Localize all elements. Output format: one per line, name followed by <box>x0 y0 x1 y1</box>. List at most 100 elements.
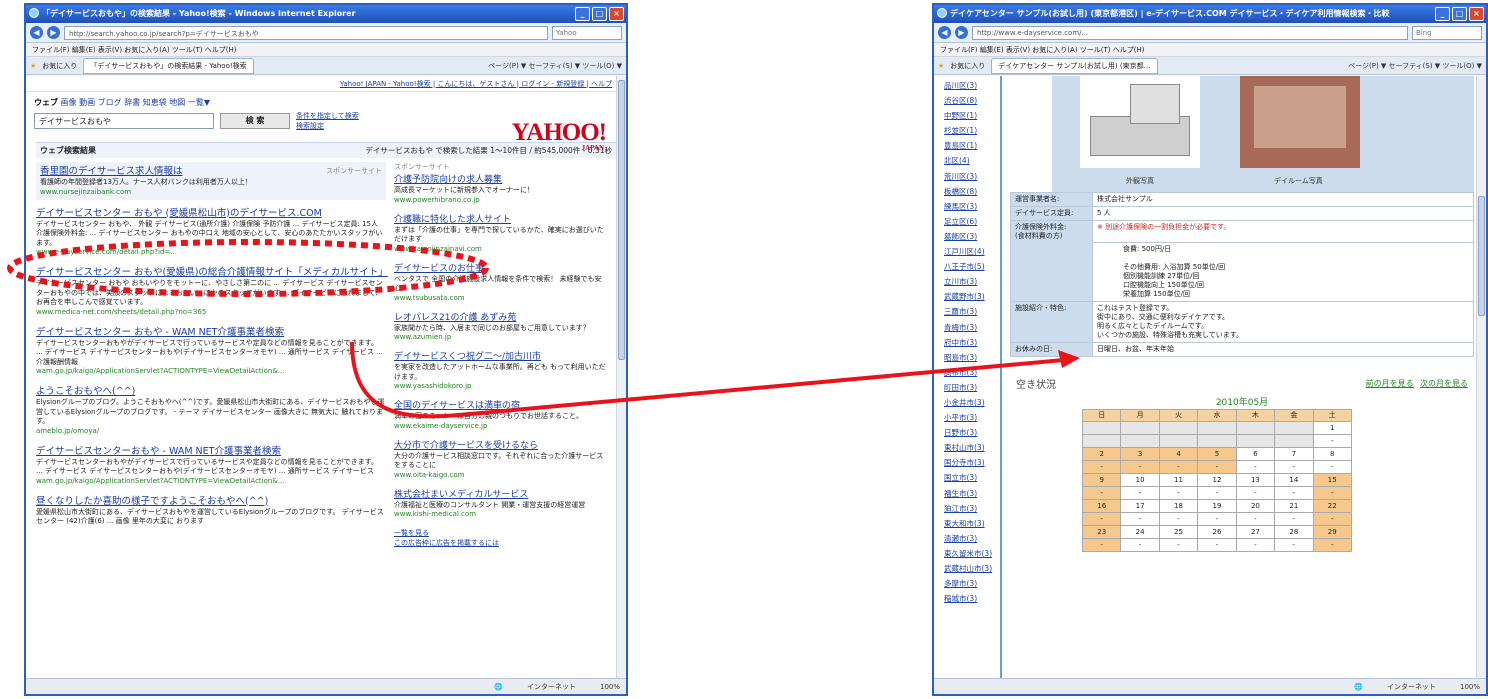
search-button[interactable]: 検 索 <box>220 113 290 129</box>
result-title[interactable]: デイサービスセンターおもや - WAM NET介護事業者検索 <box>36 446 386 458</box>
tab-video[interactable]: 動画 <box>79 98 95 107</box>
area-nav-item[interactable]: 練馬区(3) <box>944 199 1000 214</box>
area-nav-item[interactable]: 清瀬市(3) <box>944 531 1000 546</box>
tab-web[interactable]: ウェブ <box>34 98 58 107</box>
area-nav-item[interactable]: 八王子市(5) <box>944 259 1000 274</box>
result-title[interactable]: デイサービスセンター おもや - WAM NET介護事業者検索 <box>36 327 386 339</box>
ad-title[interactable]: デイサービスくつ祝グ二〜/加古川市 <box>394 351 606 363</box>
area-nav-item[interactable]: 北区(4) <box>944 153 1000 168</box>
ad-url[interactable]: www.azumien.jp <box>394 333 606 342</box>
yahoo-top-links[interactable]: Yahoo! JAPAN - Yahoo!検索 | こんにちは、ゲストさん | … <box>26 76 626 92</box>
area-nav-item[interactable]: 武蔵野市(3) <box>944 289 1000 304</box>
browser-tab[interactable]: デイケアセンター サンプル(お試し用) (東京都… <box>991 57 1158 74</box>
area-nav-item[interactable]: 東村山市(3) <box>944 440 1000 455</box>
area-nav-item[interactable]: 江戸川区(4) <box>944 244 1000 259</box>
area-nav-item[interactable]: 品川区(3) <box>944 78 1000 93</box>
area-nav-item[interactable]: 小金井市(3) <box>944 395 1000 410</box>
area-nav-item[interactable]: 葛飾区(3) <box>944 229 1000 244</box>
area-nav-item[interactable]: 渋谷区(8) <box>944 93 1000 108</box>
tab-blog[interactable]: ブログ <box>98 98 122 107</box>
result-url[interactable]: www.nursejinzaibank.com <box>40 188 382 197</box>
zoom-level[interactable]: 100% <box>1460 683 1480 691</box>
next-month-link[interactable]: 次の月を見る <box>1420 379 1468 388</box>
result-url[interactable]: ameblo.jp/omoya/ <box>36 427 386 436</box>
area-nav-item[interactable]: 足立区(6) <box>944 214 1000 229</box>
area-nav-item[interactable]: 杉並区(1) <box>944 123 1000 138</box>
scroll-thumb[interactable] <box>618 80 625 360</box>
prev-month-link[interactable]: 前の月を見る <box>1366 379 1414 388</box>
search-settings-link[interactable]: 検索設定 <box>296 121 359 131</box>
search-input[interactable]: Yahoo <box>552 25 622 40</box>
forward-icon[interactable]: ▶ <box>47 26 60 39</box>
zoom-level[interactable]: 100% <box>600 683 620 691</box>
ad-title[interactable]: 株式会社まいメディカルサービス <box>394 489 606 501</box>
area-nav-item[interactable]: 三鷹市(3) <box>944 304 1000 319</box>
yahoo-logo[interactable]: YAHOO! JAPAN <box>512 120 607 152</box>
minimize-button[interactable]: _ <box>1435 7 1450 21</box>
area-nav-item[interactable]: 福生市(3) <box>944 486 1000 501</box>
back-icon[interactable]: ◀ <box>938 26 951 39</box>
area-nav-item[interactable]: 中野区(1) <box>944 108 1000 123</box>
area-nav-item[interactable]: 板橋区(8) <box>944 184 1000 199</box>
area-nav-item[interactable]: 東久留米市(3) <box>944 546 1000 561</box>
result-title[interactable]: デイサービスセンター おもや(愛媛県)の総合介護情報サイト「メディカルサイト」 <box>36 267 388 279</box>
browser-tab[interactable]: 「デイサービスおもや」の検索結果 - Yahoo!検索 <box>83 57 254 74</box>
close-button[interactable]: × <box>1469 7 1484 21</box>
ad-url[interactable]: www.powerhibrano.co.jp <box>394 196 606 205</box>
area-nav-item[interactable]: 東大和市(3) <box>944 516 1000 531</box>
area-nav-item[interactable]: 町田市(3) <box>944 380 1000 395</box>
result-url[interactable]: wam.go.jp/kaigo/ApplicationServlet?ACTIO… <box>36 367 386 376</box>
ad-url[interactable]: www.oita-kaigo.com <box>394 471 606 480</box>
tab-map[interactable]: 地図 <box>169 98 185 107</box>
area-nav-item[interactable]: 荒川区(3) <box>944 169 1000 184</box>
area-nav-item[interactable]: 立川市(3) <box>944 274 1000 289</box>
area-nav-item[interactable]: 日野市(3) <box>944 425 1000 440</box>
result-title[interactable]: ようこそおもやへ(^^) <box>36 386 386 398</box>
ad-url[interactable]: www.yasashidokoro.jp <box>394 382 606 391</box>
area-nav-item[interactable]: 武蔵村山市(3) <box>944 561 1000 576</box>
star-icon[interactable]: ★ <box>30 62 36 70</box>
ad-title[interactable]: デイサービスのお仕事 <box>394 263 606 275</box>
ad-title[interactable]: 介護職に特化した求人サイト <box>394 214 606 226</box>
command-bar[interactable]: ページ(P) ▼ セーフティ(S) ▼ ツール(O) ▼ <box>1348 61 1482 71</box>
ad-title[interactable]: 大分市で介護サービスを受けるなら <box>394 440 606 452</box>
maximize-button[interactable]: □ <box>1452 7 1467 21</box>
area-nav-item[interactable]: 青梅市(3) <box>944 320 1000 335</box>
url-input[interactable]: http://www.e-dayservice.com/... <box>972 25 1408 40</box>
advanced-search-link[interactable]: 条件を指定して検索 <box>296 111 359 121</box>
area-nav-item[interactable]: 調布市(3) <box>944 365 1000 380</box>
area-nav-item[interactable]: 多摩市(3) <box>944 576 1000 591</box>
more-ads-link[interactable]: 一覧を見る <box>394 528 606 538</box>
tab-chiebukuro[interactable]: 知恵袋 <box>143 98 167 107</box>
result-url[interactable]: www.e-dayservice.com/detail.php?id=... <box>36 248 386 257</box>
query-input[interactable]: デイサービスおもや <box>34 113 214 129</box>
tab-list[interactable]: 一覧▼ <box>188 98 210 107</box>
result-title[interactable]: デイサービスセンター おもや (愛媛県松山市)のデイサービス.COM <box>36 208 386 220</box>
area-nav-item[interactable]: 国立市(3) <box>944 470 1000 485</box>
result-url[interactable]: www.medica-net.com/sheets/detail.php?no=… <box>36 308 386 317</box>
area-nav-item[interactable]: 小平市(3) <box>944 410 1000 425</box>
area-nav-item[interactable]: 狛江市(3) <box>944 501 1000 516</box>
search-input[interactable]: Bing <box>1412 25 1482 40</box>
back-icon[interactable]: ◀ <box>30 26 43 39</box>
ad-url[interactable]: www.ekaime-dayservice.jp <box>394 422 606 431</box>
result-url[interactable]: wam.go.jp/kaigo/ApplicationServlet?ACTIO… <box>36 477 386 486</box>
area-nav-item[interactable]: 府中市(3) <box>944 335 1000 350</box>
favorites-label[interactable]: お気に入り <box>42 61 77 71</box>
advertise-link[interactable]: この広告枠に広告を掲載するには <box>394 538 606 548</box>
star-icon[interactable]: ★ <box>938 62 944 70</box>
forward-icon[interactable]: ▶ <box>955 26 968 39</box>
area-nav-item[interactable]: 昭島市(3) <box>944 350 1000 365</box>
ad-url[interactable]: www.tsubusata.com <box>394 294 606 303</box>
ad-title[interactable]: 介護予防院向けの求人募集 <box>394 174 606 186</box>
close-button[interactable]: × <box>609 7 624 21</box>
maximize-button[interactable]: □ <box>592 7 607 21</box>
area-nav-item[interactable]: 豊島区(1) <box>944 138 1000 153</box>
ad-title[interactable]: 全国のデイサービスは満車の宿 <box>394 400 606 412</box>
area-nav-item[interactable]: 稲城市(3) <box>944 591 1000 606</box>
tab-image[interactable]: 画像 <box>61 98 77 107</box>
area-nav-item[interactable]: 国分寺市(3) <box>944 455 1000 470</box>
command-bar[interactable]: ページ(P) ▼ セーフティ(S) ▼ ツール(O) ▼ <box>488 61 622 71</box>
tab-dictionary[interactable]: 辞書 <box>124 98 140 107</box>
favorites-label[interactable]: お気に入り <box>950 61 985 71</box>
